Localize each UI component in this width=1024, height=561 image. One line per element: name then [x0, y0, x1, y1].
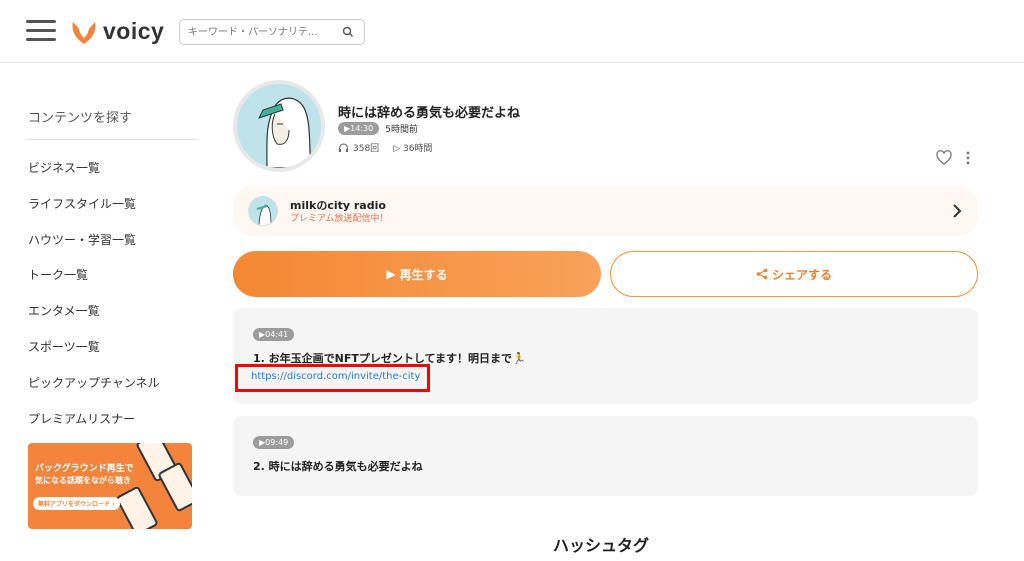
- heart-icon[interactable]: [936, 150, 952, 166]
- sidebar-title: コンテンツを探す: [28, 63, 196, 140]
- sidebar-item-lifestyle[interactable]: ライフスタイル一覧: [28, 187, 198, 223]
- search-box[interactable]: [179, 19, 365, 45]
- headphones-icon: [338, 142, 349, 152]
- voicy-logo-icon: [72, 22, 96, 44]
- chevron-right-icon: [953, 204, 962, 218]
- sidebar: コンテンツを探す ビジネス一覧 ライフスタイル一覧 ハウツー・学習一覧 トーク一…: [28, 63, 198, 529]
- chapter-title: 2. 時には辞める勇気も必要だよね: [253, 460, 423, 473]
- play-icon: ▶: [386, 267, 396, 281]
- sidebar-item-pickup[interactable]: ピックアップチャンネル: [28, 366, 198, 402]
- search-input[interactable]: [188, 26, 338, 38]
- chapter-time-badge: ▶04:41: [253, 328, 295, 341]
- sidebar-item-talk[interactable]: トーク一覧: [28, 258, 198, 294]
- episode-title: 時には辞める勇気も必要だよね: [338, 106, 521, 121]
- chapter-item[interactable]: ▶09:49 2. 時には辞める勇気も必要だよね: [233, 416, 978, 496]
- promo-subline: 気になる話題をながら聴き: [35, 476, 131, 485]
- channel-link-card[interactable]: milkのcity radio プレミアム放送配信中！: [233, 186, 978, 236]
- posted-time: 5時間前: [385, 125, 418, 135]
- sidebar-item-entertainment[interactable]: エンタメ一覧: [28, 294, 198, 330]
- promo-headline: バックグラウンド再生で: [35, 464, 134, 474]
- share-button[interactable]: シェアする: [610, 251, 978, 297]
- voicy-logo[interactable]: voicy: [70, 14, 164, 48]
- chapter-link[interactable]: https://discord.com/invite/the-city: [251, 371, 420, 382]
- chapter-time-badge: ▶09:49: [253, 436, 295, 449]
- share-icon: [756, 268, 768, 280]
- episode-stats: 358回 ▷ 36時間: [338, 141, 432, 154]
- promo-download-button[interactable]: 無料アプリをダウンロード ›: [33, 497, 120, 510]
- share-button-label: シェアする: [771, 267, 832, 282]
- sidebar-item-sports[interactable]: スポーツ一覧: [28, 330, 198, 366]
- hashtag-section-title: ハッシュタグ: [553, 536, 650, 555]
- sidebar-item-howto[interactable]: ハウツー・学習一覧: [28, 223, 198, 259]
- hooded-figure-illustration: [237, 84, 321, 168]
- top-header: voicy: [0, 0, 1024, 63]
- sidebar-item-premium[interactable]: プレミアムリスナー: [28, 402, 198, 438]
- play-button[interactable]: ▶ 再生する: [233, 251, 601, 297]
- search-icon[interactable]: [342, 26, 354, 38]
- channel-avatar: [248, 196, 278, 226]
- sidebar-item-business[interactable]: ビジネス一覧: [28, 151, 198, 187]
- play-button-label: 再生する: [399, 267, 448, 282]
- episode-meta: ▶14:30 5時間前: [338, 122, 418, 135]
- hamburger-menu-icon[interactable]: [26, 20, 56, 42]
- duration-badge: ▶14:30: [338, 122, 380, 135]
- phone-image: [115, 485, 159, 529]
- channel-premium-status: プレミアム放送配信中！: [290, 214, 389, 224]
- app-promo-banner[interactable]: バックグラウンド再生で 気になる話題をながら聴き 無料アプリをダウンロード ›: [28, 443, 192, 529]
- sidebar-list: ビジネス一覧 ライフスタイル一覧 ハウツー・学習一覧 トーク一覧 エンタメ一覧 …: [28, 151, 198, 437]
- play-count: 358回: [353, 144, 380, 154]
- logo-text: voicy: [103, 17, 165, 44]
- listen-time: ▷ 36時間: [393, 144, 433, 154]
- episode-cover-image: [233, 80, 325, 172]
- more-options-icon[interactable]: [963, 150, 973, 166]
